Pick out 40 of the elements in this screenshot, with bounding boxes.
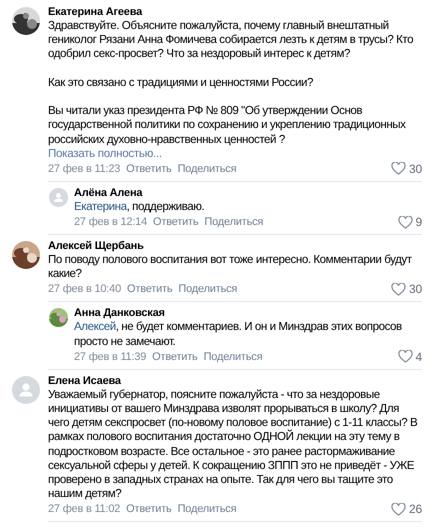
addressee-link[interactable]: Алексей	[74, 320, 116, 334]
like-count: 26	[409, 502, 422, 516]
comment-date: 27 фев в 12:14	[74, 215, 147, 230]
reply-link[interactable]: Ответить	[126, 502, 172, 516]
like-count: 9	[416, 215, 422, 230]
like-count: 30	[409, 282, 422, 296]
user-icon	[49, 188, 68, 207]
comment-text: Екатерина, поддерживаю.	[74, 200, 206, 214]
comment-date: 27 фев в 11:23	[48, 162, 120, 176]
author-name[interactable]: Екатерина Агеева	[48, 5, 142, 19]
share-link[interactable]: Поделиться	[178, 282, 238, 296]
heart-icon[interactable]	[391, 282, 406, 296]
share-link[interactable]: Поделиться	[178, 502, 236, 516]
comment-date: 27 фев в 11:39	[74, 350, 146, 364]
share-link[interactable]: Поделиться	[204, 215, 264, 230]
comment-text: Уважаемый губернатор, поясните пожалуйста - что за нездоровые инициативы от вашего Минздрава изволят прорываться в школу? Для чего детям секспросвет (по-новому половое воспитание) с 1-11 классы? В рамках полового воспитания достаточно ОДНОЙ лекции на эту тему в подростковом возрасте. Все остальное - это ранее растормаживание сексуальной сферы у детей. К сокращению ЗППП это не приведёт - УЖЕ проверено в западных странах на опыте. Так для чего вы тащите это нашим детям?	[48, 388, 418, 502]
heart-icon[interactable]	[391, 502, 406, 516]
comment-date: 27 фев в 10:40	[48, 282, 121, 296]
reply-link[interactable]: Ответить	[153, 215, 198, 230]
comment-text: Здравствуйте. Объясните пожалуйста, почему главный внештатный геникoлог Рязани Анна Фомичева собирается лезть к детям в трусы? Кто одобрил секс-просвет? Что за нездоровый интерес к детям? Как это связано с традициями и ценностями России? Вы читали указ президента РФ № 809 "Об утверждении Основ государственной политики по сохранению и укреплению традиционных российских духовно-нравственных ценностей ?	[48, 19, 414, 147]
reply-link[interactable]: Ответить	[127, 282, 172, 296]
show-more-link[interactable]: Показать полностью...	[48, 146, 162, 161]
heart-icon[interactable]	[391, 162, 406, 176]
like-count: 4	[416, 350, 422, 364]
share-link[interactable]: Поделиться	[178, 162, 236, 176]
comment-text: Алексей, не будет комментариев. И он и Минздрав этих вопросов просто не замечают.	[74, 320, 403, 349]
like-count: 30	[409, 162, 422, 176]
addressee-link[interactable]: Екатерина	[74, 200, 127, 213]
author-name[interactable]: Алексей Щербань	[48, 239, 144, 254]
comment-text: По поводу полового воспитания вот тоже интересно. Комментарии будут какие?	[48, 253, 413, 282]
comment-date: 27 фев в 11:02	[48, 502, 120, 516]
heart-icon[interactable]	[398, 350, 413, 364]
author-name[interactable]: Елена Исаева	[48, 374, 121, 388]
heart-icon[interactable]	[398, 216, 413, 229]
reply-link[interactable]: Ответить	[126, 162, 172, 176]
share-link[interactable]: Поделиться	[204, 350, 262, 364]
reply-link[interactable]: Ответить	[152, 350, 198, 364]
author-name[interactable]: Алёна Алена	[74, 186, 142, 200]
user-icon	[12, 376, 40, 404]
author-name[interactable]: Анна Данковская	[74, 306, 165, 320]
